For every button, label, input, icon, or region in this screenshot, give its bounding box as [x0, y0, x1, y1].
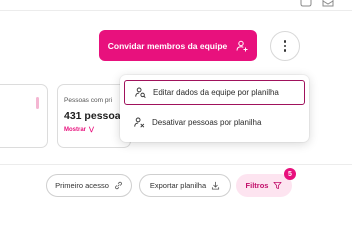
menu-item-edit-team-by-spreadsheet[interactable]: Editar dados da equipe por planilha	[124, 80, 305, 105]
filters-button[interactable]: Filtros	[236, 174, 292, 197]
first-access-label: Primeiro acesso	[55, 181, 109, 190]
export-spreadsheet-button[interactable]: Exportar planilha	[139, 174, 231, 197]
card-label: Pessoas com pri	[64, 97, 113, 104]
filters-count-badge: 5	[284, 168, 296, 180]
card-accent	[36, 97, 39, 109]
menu-item-label: Editar dados da equipe por planilha	[153, 88, 279, 97]
card-value: 431 pessoas	[64, 110, 127, 122]
invite-members-label: Convidar membros da equipe	[107, 40, 228, 51]
invite-members-button[interactable]: Convidar membros da equipe	[99, 30, 257, 61]
header-divider	[0, 10, 352, 11]
person-remove-icon	[134, 117, 145, 128]
export-spreadsheet-label: Exportar planilha	[149, 181, 207, 190]
chevron-down-icon: ⋁	[89, 127, 94, 133]
person-add-icon	[236, 40, 248, 51]
filter-icon	[273, 181, 282, 190]
menu-item-label: Desativar pessoas por planilha	[152, 118, 262, 127]
more-vertical-icon	[283, 40, 287, 43]
link-icon	[114, 181, 122, 190]
show-more-label: Mostrar	[64, 126, 87, 133]
download-icon	[212, 181, 220, 190]
mail-icon[interactable]	[322, 0, 334, 10]
options-dropdown-menu: Editar dados da equipe por planilha Desa…	[120, 75, 309, 142]
message-icon[interactable]	[300, 0, 312, 10]
filters-label: Filtros	[245, 181, 269, 190]
summary-card-previous	[0, 84, 48, 148]
menu-item-deactivate-by-spreadsheet[interactable]: Desativar pessoas por planilha	[124, 110, 305, 135]
first-access-button[interactable]: Primeiro acesso	[46, 174, 132, 197]
more-options-button[interactable]	[270, 31, 300, 61]
show-more-link[interactable]: Mostrar ⋁	[64, 126, 94, 134]
person-search-icon	[135, 87, 146, 98]
